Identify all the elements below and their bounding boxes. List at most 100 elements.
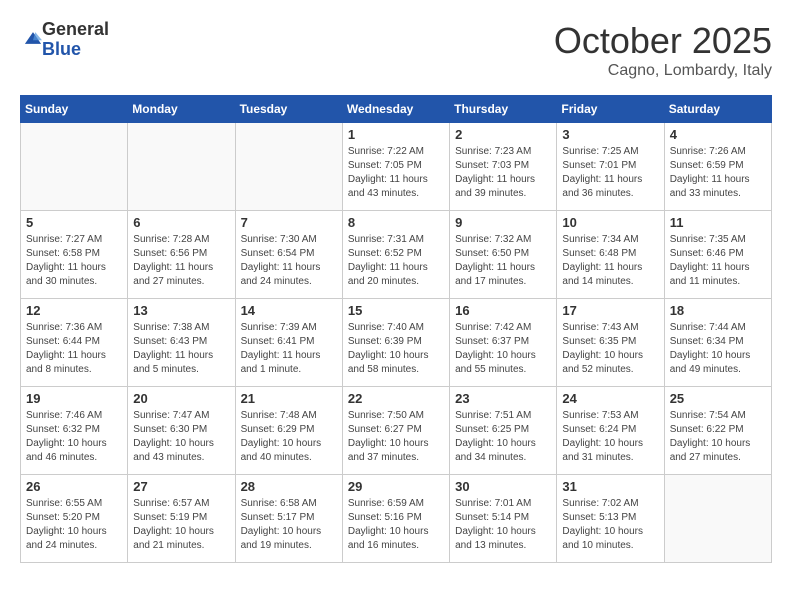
calendar-cell: 16 Sunrise: 7:42 AM Sunset: 6:37 PM Dayli… <box>450 299 557 387</box>
column-header-thursday: Thursday <box>450 96 557 123</box>
calendar-cell: 20 Sunrise: 7:47 AM Sunset: 6:30 PM Dayli… <box>128 387 235 475</box>
day-number: 6 <box>133 215 229 230</box>
calendar-cell: 14Sunrise: 7:39 AM Sunset: 6:41 PM Dayli… <box>235 299 342 387</box>
column-header-tuesday: Tuesday <box>235 96 342 123</box>
calendar-cell: 27 Sunrise: 6:57 AM Sunset: 5:19 PM Dayli… <box>128 475 235 563</box>
column-header-friday: Friday <box>557 96 664 123</box>
logo-blue-text: Blue <box>42 40 109 60</box>
week-row-1: 1 Sunrise: 7:22 AM Sunset: 7:05 PM Daylig… <box>21 123 772 211</box>
day-number: 19 <box>26 391 122 406</box>
day-number: 16 <box>455 303 551 318</box>
day-number: 12 <box>26 303 122 318</box>
day-number: 8 <box>348 215 444 230</box>
calendar-cell: 18 Sunrise: 7:44 AM Sunset: 6:34 PM Dayli… <box>664 299 771 387</box>
day-number: 26 <box>26 479 122 494</box>
day-info: Sunrise: 7:50 AM Sunset: 6:27 PM Dayligh… <box>348 409 444 465</box>
day-number: 5 <box>26 215 122 230</box>
calendar-cell: 21Sunrise: 7:48 AM Sunset: 6:29 PM Dayli… <box>235 387 342 475</box>
page-header: General Blue October 2025 Cagno, Lombard… <box>20 20 772 80</box>
day-number: 29 <box>348 479 444 494</box>
day-info: Sunrise: 7:47 AM Sunset: 6:30 PM Dayligh… <box>133 409 229 465</box>
calendar-cell: 10 Sunrise: 7:34 AM Sunset: 6:48 PM Dayli… <box>557 211 664 299</box>
day-number: 31 <box>562 479 658 494</box>
day-number: 20 <box>133 391 229 406</box>
day-info: Sunrise: 7:31 AM Sunset: 6:52 PM Dayligh… <box>348 233 444 289</box>
day-info: Sunrise: 7:40 AM Sunset: 6:39 PM Dayligh… <box>348 321 444 377</box>
calendar-cell: 12 Sunrise: 7:36 AM Sunset: 6:44 PM Dayli… <box>21 299 128 387</box>
day-number: 4 <box>670 127 766 142</box>
day-number: 3 <box>562 127 658 142</box>
calendar-cell <box>128 123 235 211</box>
calendar-cell: 31Sunrise: 7:02 AM Sunset: 5:13 PM Dayli… <box>557 475 664 563</box>
day-number: 11 <box>670 215 766 230</box>
calendar-cell: 13 Sunrise: 7:38 AM Sunset: 6:43 PM Dayli… <box>128 299 235 387</box>
day-number: 23 <box>455 391 551 406</box>
day-number: 15 <box>348 303 444 318</box>
day-info: Sunrise: 7:39 AM Sunset: 6:41 PM Dayligh… <box>241 321 337 377</box>
day-number: 13 <box>133 303 229 318</box>
day-info: Sunrise: 7:23 AM Sunset: 7:03 PM Dayligh… <box>455 145 551 201</box>
day-number: 1 <box>348 127 444 142</box>
calendar-cell: 1 Sunrise: 7:22 AM Sunset: 7:05 PM Daylig… <box>342 123 449 211</box>
day-info: Sunrise: 7:46 AM Sunset: 6:32 PM Dayligh… <box>26 409 122 465</box>
title-block: October 2025 Cagno, Lombardy, Italy <box>554 20 772 80</box>
calendar-cell <box>235 123 342 211</box>
calendar-cell: 17 Sunrise: 7:43 AM Sunset: 6:35 PM Dayli… <box>557 299 664 387</box>
day-info: Sunrise: 6:58 AM Sunset: 5:17 PM Dayligh… <box>241 497 337 553</box>
calendar-cell: 26Sunrise: 6:55 AM Sunset: 5:20 PM Dayli… <box>21 475 128 563</box>
calendar-cell: 5 Sunrise: 7:27 AM Sunset: 6:58 PM Daylig… <box>21 211 128 299</box>
calendar-cell: 25 Sunrise: 7:54 AM Sunset: 6:22 PM Dayli… <box>664 387 771 475</box>
week-row-5: 26Sunrise: 6:55 AM Sunset: 5:20 PM Dayli… <box>21 475 772 563</box>
header-row: SundayMondayTuesdayWednesdayThursdayFrid… <box>21 96 772 123</box>
logo: General Blue <box>20 20 109 60</box>
day-info: Sunrise: 7:54 AM Sunset: 6:22 PM Dayligh… <box>670 409 766 465</box>
logo-general-text: General <box>42 20 109 40</box>
calendar-cell: 9 Sunrise: 7:32 AM Sunset: 6:50 PM Daylig… <box>450 211 557 299</box>
day-info: Sunrise: 7:30 AM Sunset: 6:54 PM Dayligh… <box>241 233 337 289</box>
day-number: 18 <box>670 303 766 318</box>
day-info: Sunrise: 7:53 AM Sunset: 6:24 PM Dayligh… <box>562 409 658 465</box>
day-info: Sunrise: 7:51 AM Sunset: 6:25 PM Dayligh… <box>455 409 551 465</box>
day-info: Sunrise: 7:38 AM Sunset: 6:43 PM Dayligh… <box>133 321 229 377</box>
day-info: Sunrise: 7:25 AM Sunset: 7:01 PM Dayligh… <box>562 145 658 201</box>
day-info: Sunrise: 6:59 AM Sunset: 5:16 PM Dayligh… <box>348 497 444 553</box>
day-number: 24 <box>562 391 658 406</box>
day-info: Sunrise: 7:32 AM Sunset: 6:50 PM Dayligh… <box>455 233 551 289</box>
day-info: Sunrise: 7:28 AM Sunset: 6:56 PM Dayligh… <box>133 233 229 289</box>
day-info: Sunrise: 7:26 AM Sunset: 6:59 PM Dayligh… <box>670 145 766 201</box>
day-info: Sunrise: 7:42 AM Sunset: 6:37 PM Dayligh… <box>455 321 551 377</box>
calendar-cell: 11 Sunrise: 7:35 AM Sunset: 6:46 PM Dayli… <box>664 211 771 299</box>
day-number: 2 <box>455 127 551 142</box>
day-info: Sunrise: 7:44 AM Sunset: 6:34 PM Dayligh… <box>670 321 766 377</box>
calendar-cell: 7 Sunrise: 7:30 AM Sunset: 6:54 PM Daylig… <box>235 211 342 299</box>
day-number: 7 <box>241 215 337 230</box>
day-info: Sunrise: 7:01 AM Sunset: 5:14 PM Dayligh… <box>455 497 551 553</box>
day-number: 27 <box>133 479 229 494</box>
calendar-cell: 15 Sunrise: 7:40 AM Sunset: 6:39 PM Dayli… <box>342 299 449 387</box>
location-title: Cagno, Lombardy, Italy <box>554 62 772 80</box>
column-header-monday: Monday <box>128 96 235 123</box>
day-info: Sunrise: 7:22 AM Sunset: 7:05 PM Dayligh… <box>348 145 444 201</box>
calendar-cell: 2 Sunrise: 7:23 AM Sunset: 7:03 PM Daylig… <box>450 123 557 211</box>
calendar-cell: 29 Sunrise: 6:59 AM Sunset: 5:16 PM Dayli… <box>342 475 449 563</box>
day-number: 10 <box>562 215 658 230</box>
calendar-cell: 24 Sunrise: 7:53 AM Sunset: 6:24 PM Dayli… <box>557 387 664 475</box>
day-number: 25 <box>670 391 766 406</box>
month-title: October 2025 <box>554 20 772 62</box>
day-info: Sunrise: 7:27 AM Sunset: 6:58 PM Dayligh… <box>26 233 122 289</box>
calendar-cell: 22Sunrise: 7:50 AM Sunset: 6:27 PM Dayli… <box>342 387 449 475</box>
calendar-cell: 30 Sunrise: 7:01 AM Sunset: 5:14 PM Dayli… <box>450 475 557 563</box>
day-info: Sunrise: 6:57 AM Sunset: 5:19 PM Dayligh… <box>133 497 229 553</box>
day-info: Sunrise: 7:43 AM Sunset: 6:35 PM Dayligh… <box>562 321 658 377</box>
day-info: Sunrise: 7:34 AM Sunset: 6:48 PM Dayligh… <box>562 233 658 289</box>
week-row-2: 5 Sunrise: 7:27 AM Sunset: 6:58 PM Daylig… <box>21 211 772 299</box>
day-number: 17 <box>562 303 658 318</box>
calendar-cell: 4 Sunrise: 7:26 AM Sunset: 6:59 PM Daylig… <box>664 123 771 211</box>
day-info: Sunrise: 7:35 AM Sunset: 6:46 PM Dayligh… <box>670 233 766 289</box>
calendar-cell: 6 Sunrise: 7:28 AM Sunset: 6:56 PM Daylig… <box>128 211 235 299</box>
calendar-cell <box>664 475 771 563</box>
day-number: 9 <box>455 215 551 230</box>
day-number: 30 <box>455 479 551 494</box>
week-row-3: 12 Sunrise: 7:36 AM Sunset: 6:44 PM Dayli… <box>21 299 772 387</box>
day-info: Sunrise: 7:36 AM Sunset: 6:44 PM Dayligh… <box>26 321 122 377</box>
